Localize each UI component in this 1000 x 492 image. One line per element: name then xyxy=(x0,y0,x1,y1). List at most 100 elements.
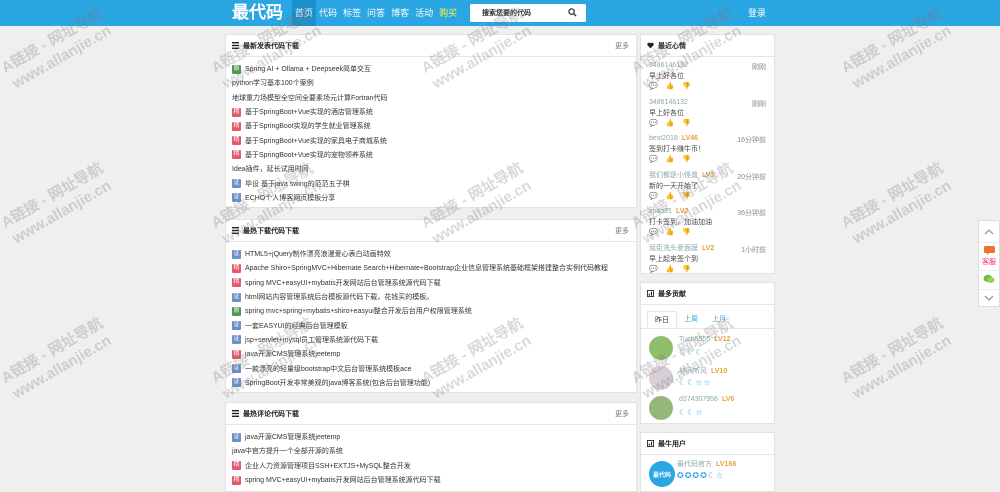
item-tag-badge: 精 xyxy=(232,150,241,160)
code-list-item[interactable]: 原 spring mvc+spring+mybatis+shiro+easyui整… xyxy=(226,304,636,318)
code-list-item[interactable]: 证 java开源CMS管理系统jeetemp xyxy=(226,430,636,444)
code-title-link[interactable]: SpringBoot开发非常美观的java博客系统(包含后台管理功能) xyxy=(245,378,430,388)
wechat-button[interactable] xyxy=(979,271,999,290)
code-title-link[interactable]: 企业人力资源管理项目SSH+EXTJS+MySQL整合开发 xyxy=(245,461,411,471)
tab-yesterday[interactable]: 昨日 xyxy=(647,311,677,328)
search-input[interactable] xyxy=(470,4,562,22)
user-name[interactable]: 屈臣洗头爱面膜 xyxy=(649,245,698,252)
user-name-text[interactable]: d374307958 xyxy=(679,396,718,403)
code-title-link[interactable]: spring mvc+spring+mybatis+shiro+easyui整合… xyxy=(245,306,472,316)
code-title-link[interactable]: spring MVC+easyUI+mybatis开发网站后台管理系统源代码下载 xyxy=(245,278,441,288)
user-name[interactable]: 3486146132 xyxy=(649,99,688,106)
code-list-item[interactable]: 证 HTML5+jQuery制作漂亮浪漫爱心表白动画特效 xyxy=(226,247,636,261)
feeling-actions[interactable]: 💬 👍 👎 xyxy=(649,155,766,164)
customer-service-button[interactable]: 客服 xyxy=(979,243,999,271)
scroll-top-button[interactable] xyxy=(979,221,999,243)
code-title-link[interactable]: Apache Shiro+SpringMVC+Hibernate Search+… xyxy=(245,263,608,273)
nav-tags[interactable]: 标签 xyxy=(340,0,364,26)
code-list-item[interactable]: 精 spring MVC+easyUI+mybatis开发网站后台管理系统源代码下… xyxy=(226,276,636,290)
code-list-item[interactable]: python学习基本100个案例 xyxy=(226,76,636,90)
code-list-item[interactable]: 证 jsp+servlet+mysql员工管理系统源代码下载 xyxy=(226,333,636,347)
tab-last-week[interactable]: 上周 xyxy=(677,311,705,328)
feeling-actions[interactable]: 💬 👍 👎 xyxy=(649,265,766,274)
code-title-link[interactable]: 地球重力场模型全空间全要素场元计算Fortran代码 xyxy=(232,93,388,103)
nav-qa[interactable]: 问答 xyxy=(364,0,388,26)
code-list-item[interactable]: Idea插件，延长试用时间 xyxy=(226,162,636,176)
code-title-link[interactable]: java开源CMS管理系统jeetemp xyxy=(245,432,340,442)
code-list-item[interactable]: 证一套EASYUI的经典后台管理模板 xyxy=(226,318,636,332)
code-list-item[interactable]: 精 spring MVC+easyUI+mybatis开发网站后台管理系统源代码下… xyxy=(226,473,636,487)
code-title-link[interactable]: 一套EASYUI的经典后台管理模板 xyxy=(245,321,348,331)
code-title-link[interactable]: HTML5+jQuery制作漂亮浪漫爱心表白动画特效 xyxy=(245,249,391,259)
code-list-item[interactable]: java中官方提升一个全部开源的系统 xyxy=(226,444,636,458)
feeling-actions[interactable]: 💬 👍 👎 xyxy=(649,228,766,237)
user-name[interactable]: Tuan5555 LV12 xyxy=(679,336,731,343)
contributor-row[interactable]: d374307958 LV6 ☾☾☆ xyxy=(641,393,774,423)
code-title-link[interactable]: jsp+servlet+mysql员工管理系统源代码下载 xyxy=(245,335,378,345)
avatar[interactable] xyxy=(649,396,673,420)
code-title-link[interactable]: html网站内容管理系统后台模板源代码下载，花钱买的模板。 xyxy=(245,292,433,302)
code-title-link[interactable]: java中官方提升一个全部开源的系统 xyxy=(232,446,343,456)
code-title-link[interactable]: java开源CMS管理系统jeetemp xyxy=(245,349,340,359)
code-list-item[interactable]: 地球重力场模型全空间全要素场元计算Fortran代码 xyxy=(226,91,636,105)
nav-events[interactable]: 活动 xyxy=(412,0,436,26)
code-list-item[interactable]: 证 ECHO个人博客网页模板分享 xyxy=(226,191,636,205)
nav-home[interactable]: 首页 xyxy=(292,0,317,26)
code-list-item[interactable]: 精企业人力资源管理项目SSH+EXTJS+MySQL整合开发 xyxy=(226,459,636,473)
login-link[interactable]: 登录 xyxy=(748,0,766,26)
code-title-link[interactable]: 基于SpringBoot+Vue实现的宠物领养系统 xyxy=(245,150,373,160)
user-name-text[interactable]: Tuan5555 xyxy=(679,336,710,343)
code-list-item[interactable]: 精基于SpringBoot+Vue实现的家具电子商城系统 xyxy=(226,133,636,147)
code-title-link[interactable]: python学习基本100个案例 xyxy=(232,78,314,88)
user-name[interactable]: d374307958 LV6 xyxy=(679,396,734,403)
nav-buy[interactable]: 购买 xyxy=(436,0,460,26)
code-list-item[interactable]: 精基于SpringBoot+Vue实现的宠物领养系统 xyxy=(226,148,636,162)
user-name[interactable]: 我们都是小怪兽 xyxy=(649,172,698,179)
feeling-actions[interactable]: 💬 👍 👎 xyxy=(649,82,766,91)
user-name[interactable]: zhao31 xyxy=(649,208,672,215)
more-link[interactable]: 更多 xyxy=(615,41,629,51)
code-title-link[interactable]: 基于SpringBoot+Vue实现的家具电子商城系统 xyxy=(245,136,387,146)
code-title-link[interactable]: 基于SpringBoot+Vue实现的酒店管理系统 xyxy=(245,107,373,117)
code-title-link[interactable]: 毕设 基于java swing的范范五子棋 xyxy=(245,179,350,189)
user-name[interactable]: 3486146132 xyxy=(649,62,688,69)
code-list-item[interactable]: 证一款漂亮的轻量级bootstrap中文后台管理系统模板ace xyxy=(226,361,636,375)
code-list-item[interactable]: 证 SpringBoot开发非常美观的java博客系统(包含后台管理功能) xyxy=(226,376,636,390)
code-list-item[interactable]: 原 Spring AI + Ollama + Deepseek简单交互 xyxy=(226,62,636,76)
nav-code[interactable]: 代码 xyxy=(316,0,340,26)
contributor-row[interactable]: Tuan5555 LV12 ☾☾☾ xyxy=(641,333,774,363)
user-name-text[interactable]: 最代码官方 xyxy=(677,461,712,468)
code-list-item[interactable]: 精基于SpringBoot+Vue实现的酒店管理系统 xyxy=(226,105,636,119)
avatar[interactable]: 最代码 xyxy=(649,461,675,487)
code-title-link[interactable]: 基于SpringBoot实现的学生就业管理系统 xyxy=(245,121,371,131)
contributor-row[interactable]: 林间听风 LV10 ☾☾☆☆ xyxy=(641,363,774,393)
feeling-actions[interactable]: 💬 👍 👎 xyxy=(649,119,766,128)
avatar[interactable] xyxy=(649,366,673,390)
code-title-link[interactable]: Spring AI + Ollama + Deepseek简单交互 xyxy=(245,64,371,74)
code-list-item[interactable]: 精 Apache Shiro+SpringMVC+Hibernate Search… xyxy=(226,261,636,275)
user-name-text[interactable]: 林间听风 xyxy=(679,368,707,375)
nav-blog[interactable]: 博客 xyxy=(388,0,412,26)
code-title-link[interactable]: spring MVC+easyUI+mybatis开发网站后台管理系统源代码下载 xyxy=(245,475,441,485)
newest-code-panel: 最新发表代码下载 更多 原 Spring AI + Ollama + Deepse… xyxy=(225,34,637,208)
user-name[interactable]: 最代码官方 LV168 xyxy=(677,459,736,469)
code-list-item[interactable]: 证 html网站内容管理系统后台模板源代码下载，花钱买的模板。 xyxy=(226,290,636,304)
chat-icon xyxy=(983,246,995,255)
more-link[interactable]: 更多 xyxy=(615,409,629,419)
code-title-link[interactable]: 一款漂亮的轻量级bootstrap中文后台管理系统模板ace xyxy=(245,364,411,374)
avatar[interactable] xyxy=(649,336,673,360)
site-logo[interactable]: 最代码 xyxy=(232,2,283,24)
user-name[interactable]: 林间听风 LV10 xyxy=(679,366,727,376)
code-list-item[interactable]: 精 java开源CMS管理系统jeetemp xyxy=(226,347,636,361)
code-title-link[interactable]: ECHO个人博客网页模板分享 xyxy=(245,193,335,203)
code-list: 证 HTML5+jQuery制作漂亮浪漫爱心表白动画特效精 Apache Shiro… xyxy=(226,242,636,390)
code-list-item[interactable]: 证毕设 基于java swing的范范五子棋 xyxy=(226,176,636,190)
search-icon[interactable] xyxy=(568,8,577,17)
tab-last-month[interactable]: 上月 xyxy=(705,311,733,328)
feeling-actions[interactable]: 💬 👍 👎 xyxy=(649,192,766,201)
code-list-item[interactable]: 精基于SpringBoot实现的学生就业管理系统 xyxy=(226,119,636,133)
collapse-button[interactable] xyxy=(979,290,999,306)
code-title-link[interactable]: Idea插件，延长试用时间 xyxy=(232,164,309,174)
user-name[interactable]: best2018 xyxy=(649,135,678,142)
more-link[interactable]: 更多 xyxy=(615,226,629,236)
